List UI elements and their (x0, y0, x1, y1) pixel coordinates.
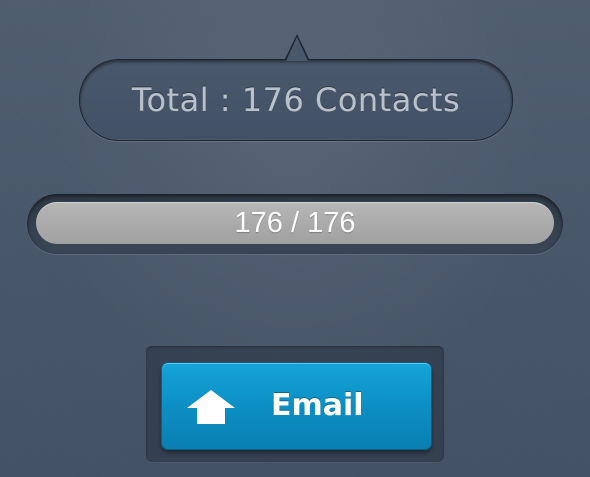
total-contacts-text: Total : 176 Contacts (131, 81, 461, 119)
progress-label: 176 / 176 (234, 207, 356, 239)
total-contacts-bubble: Total : 176 Contacts (79, 34, 513, 142)
email-button-label: Email (271, 388, 364, 423)
bubble-tail (286, 37, 308, 61)
email-button[interactable]: Email (161, 362, 432, 450)
progress-bar: 176 / 176 (27, 194, 563, 254)
house-icon (187, 390, 235, 424)
bubble-body: Total : 176 Contacts (79, 59, 513, 141)
